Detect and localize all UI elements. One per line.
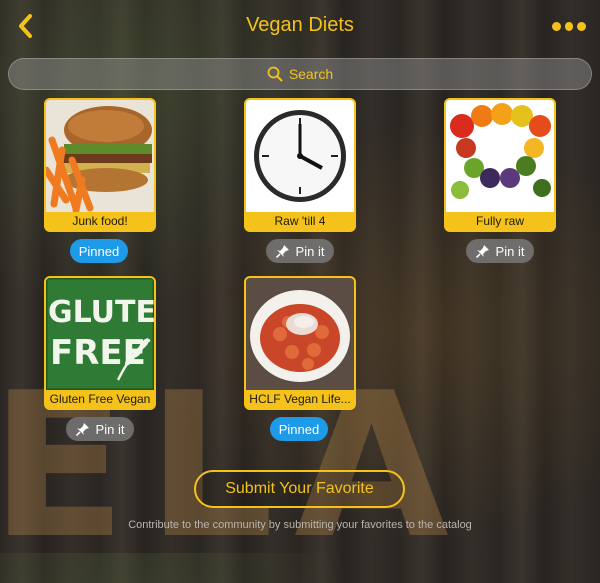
pin-it-button[interactable]: Pin it [466, 239, 534, 263]
pin-status-label: Pin it [495, 243, 525, 259]
pin-icon [475, 245, 489, 258]
catalog-card-raw-till-4[interactable]: Raw 'till 4 [244, 98, 356, 232]
pin-it-button[interactable]: Pin it [266, 239, 334, 263]
catalog-card-junk-food[interactable]: Junk food! [44, 98, 156, 232]
catalog-card-fully-raw[interactable]: Fully raw [444, 98, 556, 232]
catalog-card-hclf-vegan-life[interactable]: HCLF Vegan Life... [244, 276, 356, 410]
card-title: Gluten Free Vegan [46, 390, 154, 408]
submit-favorite-button[interactable]: Submit Your Favorite [194, 470, 405, 508]
search-input[interactable]: Search [8, 58, 592, 90]
card-title: HCLF Vegan Life... [246, 390, 354, 408]
pinned-badge[interactable]: Pinned [70, 239, 128, 263]
more-horizontal-icon [577, 21, 587, 31]
thumbnail-burger-image [46, 100, 154, 212]
thumbnail-fruits-image [446, 100, 554, 212]
header-bar: Vegan Diets [0, 0, 600, 52]
thumbnail-clock-image [246, 100, 354, 212]
pin-status-label: Pin it [295, 243, 325, 259]
gluten-art-line2: FREE [50, 333, 146, 373]
search-placeholder: Search [288, 66, 334, 82]
card-title: Junk food! [46, 212, 154, 230]
pin-icon [275, 245, 289, 258]
footnote-text: Contribute to the community by submittin… [128, 519, 472, 531]
gluten-art-line1: GLUTEN [48, 295, 154, 330]
pinned-badge[interactable]: Pinned [270, 417, 328, 441]
card-title: Raw 'till 4 [246, 212, 354, 230]
catalog-card-gluten-free-vegan[interactable]: GLUTEN FREE Gluten Free Vegan [44, 276, 156, 410]
search-icon [267, 66, 283, 82]
more-menu-button[interactable] [552, 16, 587, 36]
pin-status-label: Pinned [78, 243, 120, 259]
card-title: Fully raw [446, 212, 554, 230]
page-title: Vegan Diets [246, 14, 354, 36]
pin-status-label: Pin it [95, 421, 125, 437]
pin-it-button[interactable]: Pin it [66, 417, 134, 441]
thumbnail-pasta-image [246, 278, 354, 390]
pin-status-label: Pinned [278, 421, 320, 437]
more-horizontal-icon [552, 21, 561, 31]
more-horizontal-icon [564, 21, 574, 31]
thumbnail-gluten-free-image: GLUTEN FREE [46, 278, 154, 390]
pin-icon [75, 423, 89, 436]
